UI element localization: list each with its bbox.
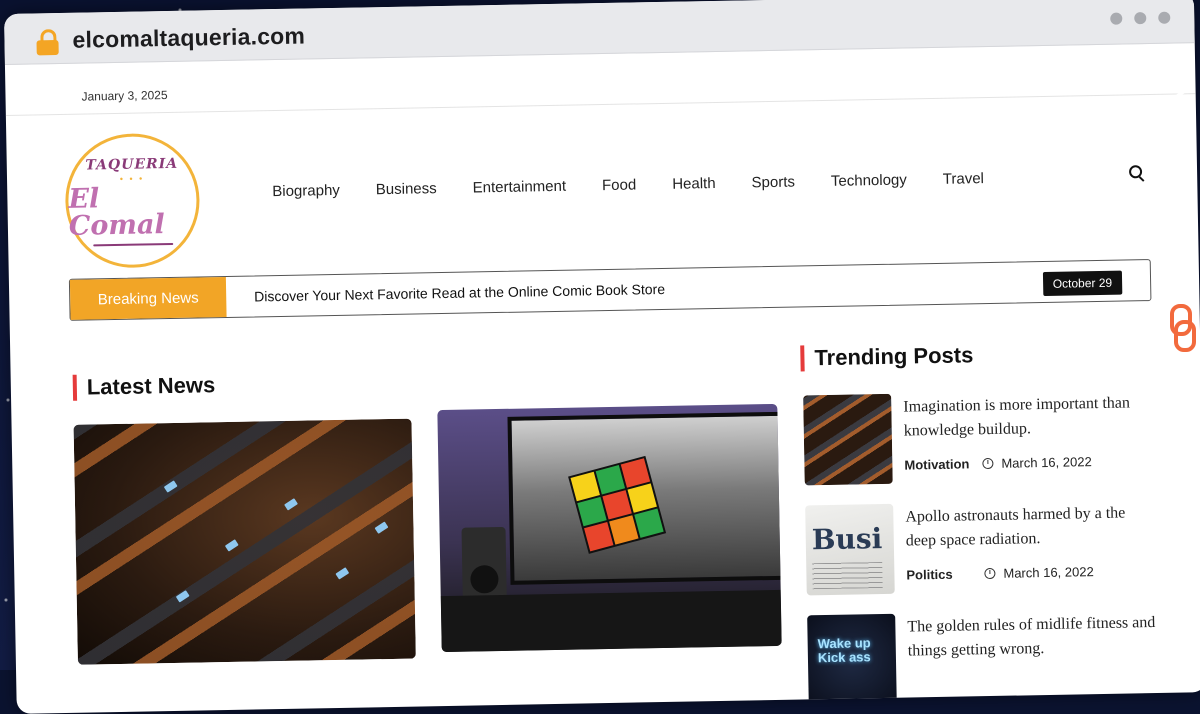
link-icon [1170,304,1196,352]
breaking-news-label: Breaking News [69,276,227,320]
trending-thumbnail[interactable]: Wake up Kick ass [807,613,897,706]
nav-item-health[interactable]: Health [672,175,716,193]
trending-post-title[interactable]: Apollo astronauts harmed by a the deep s… [905,501,1156,554]
trending-thumbnail[interactable]: Busi [805,503,895,596]
latest-news-card-image[interactable] [73,418,416,665]
latest-news-title: Latest News [72,372,216,401]
breaking-news-date: October 29 [1042,270,1123,297]
breaking-news-headline[interactable]: Discover Your Next Favorite Read at the … [254,281,665,305]
browser-window: elcomaltaqueria.com January 3, 2025 TAQU… [4,0,1200,714]
desk-graphic [440,589,782,653]
trending-post-date: March 16, 2022 [984,564,1094,581]
site-logo[interactable]: TAQUERIA • • • El Comal [64,132,201,269]
lock-icon [36,29,59,56]
current-date: January 3, 2025 [81,88,168,104]
nav-item-technology[interactable]: Technology [831,171,907,189]
nav-item-sports[interactable]: Sports [751,174,795,192]
nav-item-biography[interactable]: Biography [272,182,340,200]
site-header: TAQUERIA • • • El Comal Biography Busine… [6,94,1199,276]
trending-post-date: March 16, 2022 [982,454,1092,471]
window-dot-icon[interactable] [1158,11,1171,24]
nav-item-business[interactable]: Business [376,180,437,198]
logo-swash [93,242,174,246]
trending-post-date-text: March 16, 2022 [1001,454,1092,471]
screen-glint [335,567,350,580]
screen-glint [175,590,190,603]
trending-post[interactable]: Imagination is more important than knowl… [803,389,1165,492]
window-controls [1110,11,1171,25]
trending-post-title[interactable]: The golden rules of midlife fitness and … [907,611,1158,664]
screen-glint [163,480,178,493]
screen-glint [284,498,298,511]
search-icon[interactable] [1128,165,1145,182]
trending-post-date-text: March 16, 2022 [1003,564,1094,581]
trending-post[interactable]: Busi Apollo astronauts harmed by a the d… [805,499,1167,602]
trending-posts-title: Trending Posts [800,342,974,372]
logo-main-text: El Comal [68,182,165,242]
newspaper-lines [812,561,883,590]
address-bar[interactable]: elcomaltaqueria.com [72,22,305,53]
trending-thumbnail[interactable] [803,393,893,486]
logo-top-text: TAQUERIA [85,155,179,174]
trending-post-title[interactable]: Imagination is more important than knowl… [903,391,1154,444]
window-dot-icon[interactable] [1110,12,1123,25]
screen-glint [224,539,239,552]
nav-item-travel[interactable]: Travel [943,170,984,188]
watermark-text: GUESTPOSTLINKS [1164,48,1192,292]
neon-sign-text: Wake up Kick ass [817,635,871,666]
trending-post-category[interactable]: Motivation [904,456,969,472]
trending-post[interactable]: Wake up Kick ass The golden rules of mid… [807,609,1169,712]
latest-news-card-image[interactable] [437,403,782,653]
newspaper-text: Busi [811,521,883,557]
clock-icon [984,567,996,580]
trending-post-category[interactable]: Politics [906,567,953,583]
nav-item-entertainment[interactable]: Entertainment [473,178,567,197]
main-nav: Biography Business Entertainment Food He… [272,170,984,200]
screen-glint [374,521,389,534]
window-dot-icon[interactable] [1134,12,1147,25]
clock-icon [982,457,994,470]
nav-item-food[interactable]: Food [602,176,637,194]
logo-dots: • • • [119,172,145,184]
